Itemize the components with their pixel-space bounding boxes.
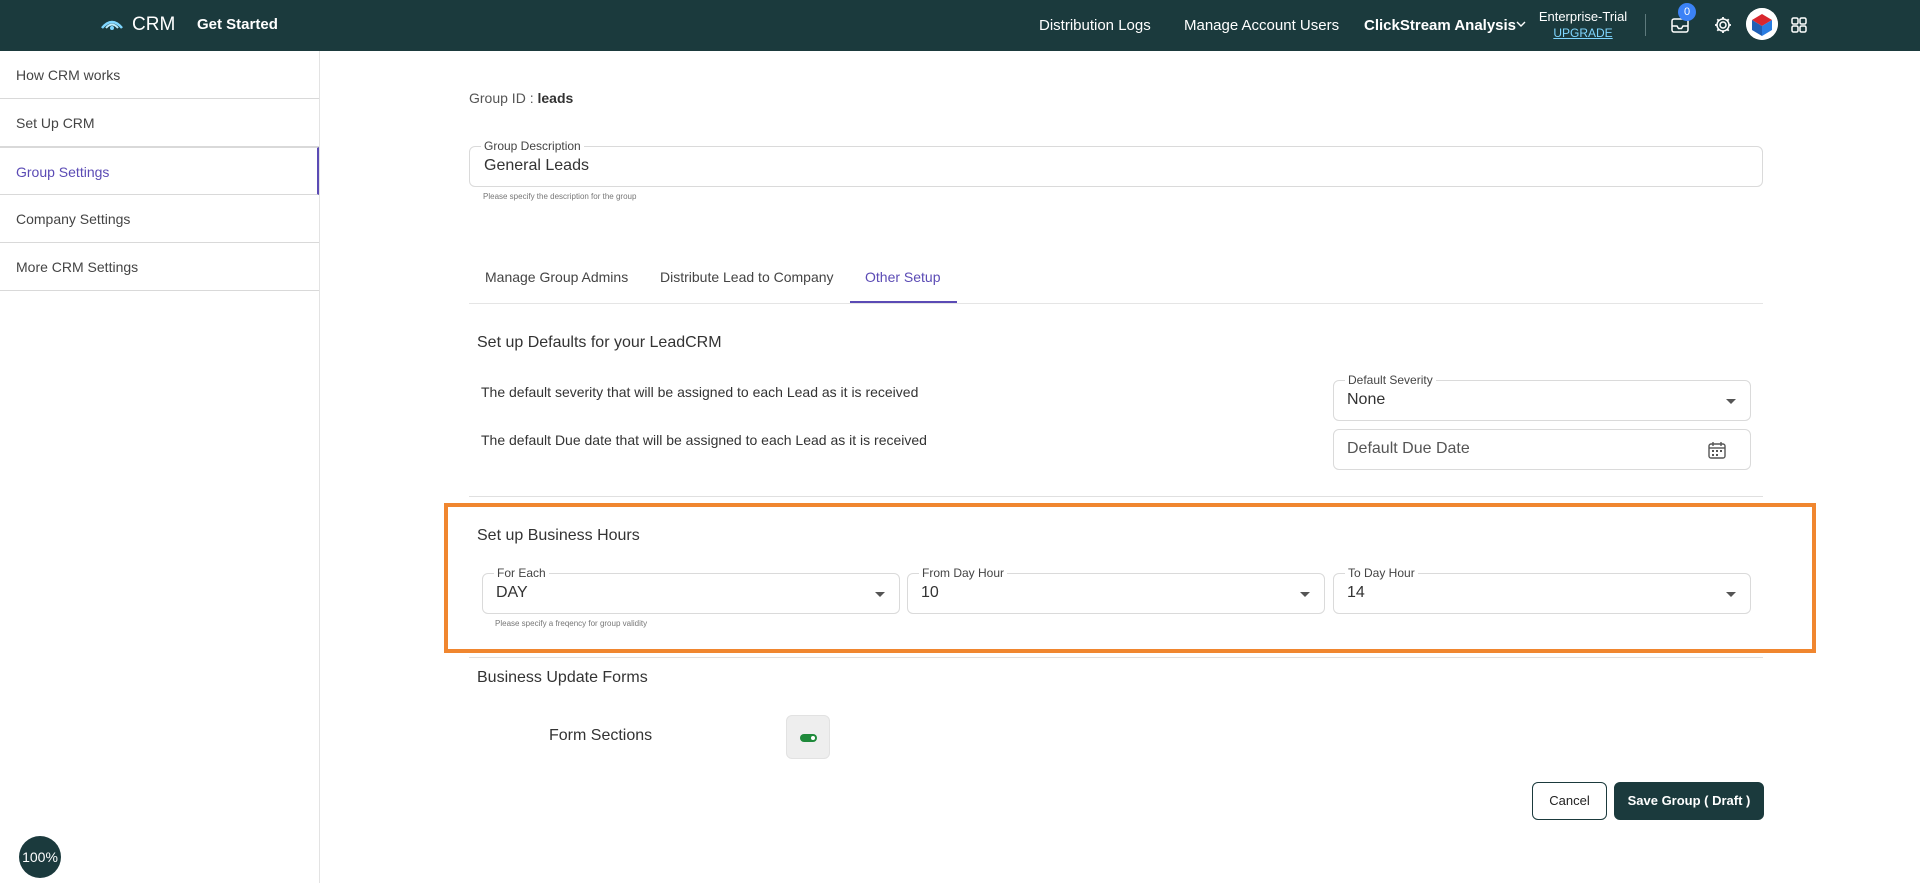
for-each-select[interactable]: For Each DAY	[482, 566, 900, 614]
default-due-date-placeholder: Default Due Date	[1347, 440, 1470, 457]
to-day-hour-select[interactable]: To Day Hour 14	[1333, 566, 1751, 614]
avatar[interactable]	[1746, 8, 1778, 40]
zoom-badge[interactable]: 100%	[19, 836, 61, 878]
group-description-field[interactable]: Group Description General Leads	[469, 139, 1763, 187]
to-day-hour-value: 14	[1347, 584, 1365, 601]
brand-name: CRM	[132, 14, 176, 35]
sidebar-item-set-up-crm[interactable]: Set Up CRM	[0, 99, 319, 147]
section-divider	[469, 657, 1763, 658]
nav-distribution-logs[interactable]: Distribution Logs	[1039, 17, 1151, 34]
plan-name: Enterprise-Trial	[1538, 9, 1628, 24]
avatar-image	[1746, 8, 1778, 40]
apps-grid-icon[interactable]	[1788, 14, 1810, 36]
tab-bar: Manage Group Admins Distribute Lead to C…	[469, 259, 1763, 304]
section-divider	[469, 496, 1763, 497]
header-divider	[1645, 14, 1646, 36]
default-severity-value: None	[1347, 391, 1386, 408]
nav-clickstream-analysis[interactable]: ClickStream Analysis	[1364, 17, 1516, 34]
group-description-helper: Please specify the description for the g…	[483, 192, 637, 201]
get-started-link[interactable]: Get Started	[197, 16, 278, 33]
active-tab-indicator	[850, 301, 957, 303]
group-id-value: leads	[537, 90, 574, 106]
default-due-date-input[interactable]: Default Due Date	[1333, 429, 1751, 470]
group-description-value: General Leads	[484, 157, 589, 174]
group-id-label: Group ID :	[469, 90, 534, 106]
caret-down-icon	[1726, 399, 1736, 404]
main-content: Group ID : leads Group Description Gener…	[320, 51, 1920, 883]
nav-manage-account-users[interactable]: Manage Account Users	[1184, 17, 1339, 34]
tab-other-setup[interactable]: Other Setup	[865, 269, 941, 285]
notification-badge: 0	[1678, 3, 1696, 21]
caret-down-icon	[1300, 592, 1310, 597]
group-description-label: Group Description	[481, 139, 584, 153]
toggle-knob	[811, 736, 815, 740]
default-due-text: The default Due date that will be assign…	[481, 432, 927, 448]
to-day-hour-label: To Day Hour	[1345, 566, 1418, 580]
from-day-hour-value: 10	[921, 584, 939, 601]
calendar-icon[interactable]	[1707, 440, 1727, 460]
tab-distribute-lead-to-company[interactable]: Distribute Lead to Company	[660, 269, 834, 285]
gear-icon[interactable]	[1712, 14, 1734, 36]
for-each-helper: Please specify a freqency for group vali…	[495, 619, 648, 628]
crm-logo-icon	[101, 20, 123, 30]
sidebar-item-company-settings[interactable]: Company Settings	[0, 195, 319, 243]
top-bar: CRM Get Started Distribution Logs Manage…	[0, 0, 1920, 51]
from-day-hour-label: From Day Hour	[919, 566, 1008, 580]
caret-down-icon	[1726, 592, 1736, 597]
default-severity-label: Default Severity	[1345, 373, 1436, 387]
caret-down-icon	[875, 592, 885, 597]
form-sections-label: Form Sections	[549, 727, 653, 744]
form-sections-toggle[interactable]	[786, 715, 830, 759]
for-each-value: DAY	[496, 584, 528, 601]
toggle-switch	[800, 734, 817, 742]
brand[interactable]: CRM	[100, 14, 175, 36]
sidebar-item-more-crm-settings[interactable]: More CRM Settings	[0, 243, 319, 291]
default-severity-text: The default severity that will be assign…	[481, 384, 919, 400]
sidebar-item-how-crm-works[interactable]: How CRM works	[0, 51, 319, 99]
defaults-section-title: Set up Defaults for your LeadCRM	[477, 334, 722, 351]
business-forms-title: Business Update Forms	[477, 669, 648, 686]
tab-manage-group-admins[interactable]: Manage Group Admins	[485, 269, 628, 285]
save-group-draft-button[interactable]: Save Group ( Draft )	[1614, 782, 1764, 820]
group-id: Group ID : leads	[469, 90, 573, 106]
chevron-down-icon[interactable]	[1515, 18, 1527, 30]
from-day-hour-select[interactable]: From Day Hour 10	[907, 566, 1325, 614]
for-each-label: For Each	[494, 566, 549, 580]
business-hours-title: Set up Business Hours	[477, 527, 640, 544]
sidebar-item-group-settings[interactable]: Group Settings	[0, 147, 319, 195]
sidebar: How CRM works Set Up CRM Group Settings …	[0, 51, 320, 883]
upgrade-link[interactable]: UPGRADE	[1538, 26, 1628, 40]
cancel-button[interactable]: Cancel	[1532, 782, 1607, 820]
default-severity-select[interactable]: Default Severity None	[1333, 373, 1751, 421]
plan-info: Enterprise-Trial UPGRADE	[1538, 9, 1628, 40]
